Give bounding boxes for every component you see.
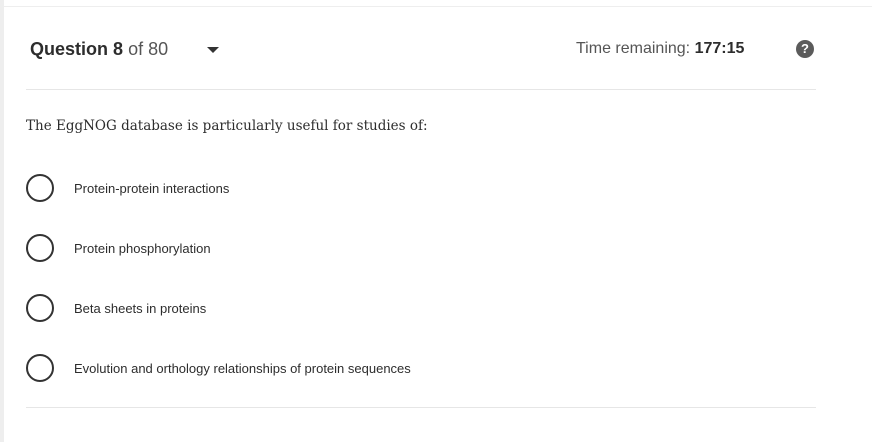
question-prompt: The EggNOG database is particularly usef… (26, 118, 428, 134)
footer-divider (26, 407, 816, 408)
answer-option-2[interactable]: Protein phosphorylation (26, 234, 586, 268)
answer-label: Protein phosphorylation (74, 241, 211, 256)
question-number: 8 (113, 39, 124, 59)
answer-label: Evolution and orthology relationships of… (74, 361, 411, 376)
answer-option-4[interactable]: Evolution and orthology relationships of… (26, 354, 586, 388)
answer-option-1[interactable]: Protein-protein interactions (26, 174, 586, 208)
help-circle-icon[interactable]: ? (796, 40, 814, 58)
radio-button[interactable] (26, 174, 54, 202)
header-divider (26, 89, 816, 90)
answer-label: Beta sheets in proteins (74, 301, 207, 316)
time-remaining-label: Time remaining: (576, 40, 691, 57)
radio-button[interactable] (26, 354, 54, 382)
question-label: Question (30, 39, 109, 59)
question-header: Question 8 of 80 Time remaining: 177:15 … (0, 24, 872, 74)
top-border (4, 6, 872, 7)
radio-button[interactable] (26, 234, 54, 262)
chevron-down-icon[interactable] (207, 47, 219, 53)
answer-option-3[interactable]: Beta sheets in proteins (26, 294, 586, 328)
question-title: Question 8 of 80 (30, 37, 168, 61)
question-total: of 80 (128, 39, 169, 59)
time-remaining-value: 177:15 (694, 40, 745, 57)
radio-button[interactable] (26, 294, 54, 322)
answer-label: Protein-protein interactions (74, 181, 230, 196)
time-remaining: Time remaining: 177:15 (576, 38, 744, 60)
